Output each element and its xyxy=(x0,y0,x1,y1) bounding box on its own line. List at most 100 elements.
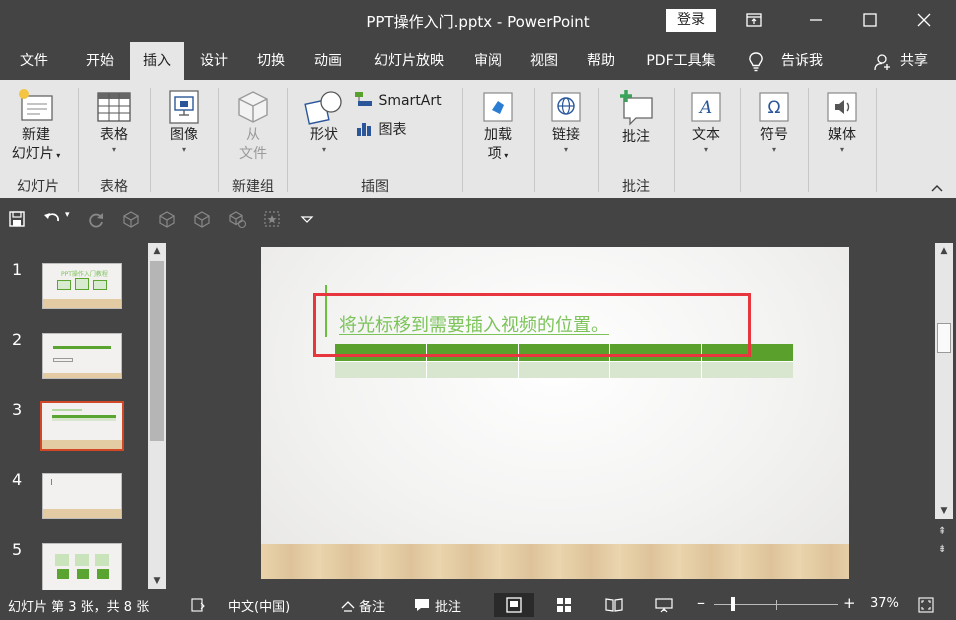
cube-icon xyxy=(238,91,268,123)
normal-view-icon xyxy=(506,597,522,613)
maximize-icon[interactable] xyxy=(860,10,880,30)
tab-help[interactable]: 帮助 xyxy=(575,42,627,80)
comment-label: 批注 xyxy=(622,129,650,145)
tab-animations[interactable]: 动画 xyxy=(302,42,354,80)
slide-thumbnail-4[interactable] xyxy=(42,473,122,519)
zoom-out-icon[interactable]: – xyxy=(697,593,705,612)
3d-model-icon[interactable] xyxy=(121,209,141,229)
status-bar: 幻灯片 第 3 张，共 8 张 中文(中国) 备注 批注 – + 37% xyxy=(0,590,956,620)
scroll-thumb[interactable] xyxy=(937,323,951,353)
group-label-tables: 表格 xyxy=(100,179,128,195)
shapes-caret: ▾ xyxy=(321,145,326,154)
slide-sorter-view-button[interactable] xyxy=(544,593,584,617)
3d-model-icon[interactable] xyxy=(157,209,177,229)
slide-scrollbar[interactable]: ▲ ▼ xyxy=(935,243,953,519)
scroll-thumb[interactable] xyxy=(150,261,164,441)
tab-view[interactable]: 视图 xyxy=(518,42,570,80)
image-button[interactable]: 图像 ▾ xyxy=(158,88,210,155)
lightbulb-icon[interactable] xyxy=(746,51,766,73)
notes-button[interactable]: 备注 xyxy=(359,596,385,615)
slide-thumbnail-5[interactable] xyxy=(42,543,122,590)
group-divider xyxy=(287,88,288,192)
frame-star-icon[interactable] xyxy=(262,209,282,229)
slide-thumbnail-2[interactable] xyxy=(42,333,122,379)
table-label: 表格 xyxy=(100,127,128,143)
reading-view-button[interactable] xyxy=(594,593,634,617)
save-icon[interactable] xyxy=(7,209,27,229)
group-divider xyxy=(462,88,463,192)
slide-thumbnail-3-selected[interactable] xyxy=(40,401,124,451)
comments-icon[interactable] xyxy=(414,597,430,613)
spell-check-icon[interactable] xyxy=(190,597,206,613)
login-button[interactable]: 登录 xyxy=(666,9,716,32)
notes-icon[interactable] xyxy=(340,597,356,613)
zoom-level[interactable]: 37% xyxy=(870,596,899,611)
tab-slideshow[interactable]: 幻灯片放映 xyxy=(362,42,456,80)
table-button[interactable]: 表格 ▾ xyxy=(86,88,142,155)
fit-to-window-icon[interactable] xyxy=(918,597,934,613)
chart-button[interactable]: 图表 xyxy=(354,119,434,140)
share-button[interactable]: 共享 xyxy=(894,42,934,80)
table-caret: ▾ xyxy=(111,145,116,154)
scroll-up-icon[interactable]: ▲ xyxy=(148,243,166,259)
tab-pdf-tools[interactable]: PDF工具集 xyxy=(636,42,726,80)
group-divider xyxy=(78,88,79,192)
tab-design[interactable]: 设计 xyxy=(188,42,240,80)
undo-dropdown-icon[interactable]: ▾ xyxy=(65,210,70,220)
previous-slide-icon[interactable]: ⇞ xyxy=(938,527,946,537)
symbol-caret: ▾ xyxy=(771,145,776,154)
zoom-in-icon[interactable]: + xyxy=(843,594,856,612)
ribbon-insert: 新建 幻灯片 ▾ 表格 ▾ 图像 ▾ 从 文件 形状 ▾ SmartArt 图表… xyxy=(0,80,956,198)
tab-home[interactable]: 开始 xyxy=(74,42,126,80)
3d-online-model-icon[interactable] xyxy=(227,209,247,229)
media-button[interactable]: 媒体 ▾ xyxy=(818,88,866,155)
addins-button[interactable]: 加载 项 ▾ xyxy=(470,88,526,165)
chart-label: 图表 xyxy=(378,122,407,138)
new-slide-label-1: 新建 xyxy=(22,127,50,143)
scroll-down-icon[interactable]: ▼ xyxy=(148,573,166,589)
close-icon[interactable] xyxy=(914,10,934,30)
collapse-ribbon-icon[interactable] xyxy=(930,182,944,194)
symbol-button[interactable]: Ω 符号 ▾ xyxy=(750,88,798,155)
tab-review[interactable]: 审阅 xyxy=(462,42,514,80)
redo-icon[interactable] xyxy=(86,209,106,229)
new-slide-icon xyxy=(19,89,53,121)
wood-floor-decoration xyxy=(261,544,849,579)
text-box-icon: A xyxy=(691,92,721,122)
smartart-label: SmartArt xyxy=(378,93,442,109)
new-slide-button[interactable]: 新建 幻灯片 ▾ xyxy=(6,86,66,165)
ribbon-display-options-icon[interactable] xyxy=(744,10,764,30)
media-label: 媒体 xyxy=(828,127,856,143)
language-status[interactable]: 中文(中国) xyxy=(228,596,290,615)
smartart-icon xyxy=(355,92,372,106)
scroll-up-icon[interactable]: ▲ xyxy=(935,243,953,259)
slide-thumbnail-1[interactable]: PPT操作入门教程 xyxy=(42,263,122,309)
text-button[interactable]: A 文本 ▾ xyxy=(682,88,730,155)
tell-me-search[interactable]: 告诉我 xyxy=(772,42,832,80)
from-file-button[interactable]: 从 文件 xyxy=(226,88,280,164)
link-button[interactable]: 链接 ▾ xyxy=(542,88,590,155)
shapes-button[interactable]: 形状 ▾ xyxy=(296,88,352,155)
zoom-slider-handle[interactable] xyxy=(731,597,735,611)
thumbnail-scrollbar[interactable]: ▲ ▼ xyxy=(148,243,166,589)
group-divider xyxy=(534,88,535,192)
customize-qat-icon[interactable] xyxy=(297,209,317,229)
comments-button[interactable]: 批注 xyxy=(435,596,461,615)
comment-button[interactable]: 批注 xyxy=(608,88,664,147)
addins-label-1: 加载 xyxy=(484,127,512,143)
3d-model-icon[interactable] xyxy=(192,209,212,229)
tab-file[interactable]: 文件 xyxy=(8,42,60,80)
minimize-icon[interactable] xyxy=(806,10,826,30)
slideshow-view-button[interactable] xyxy=(644,593,684,617)
shapes-icon xyxy=(304,91,342,125)
scroll-down-icon[interactable]: ▼ xyxy=(935,503,953,519)
chart-icon xyxy=(357,123,371,136)
share-person-icon[interactable] xyxy=(874,53,892,71)
next-slide-icon[interactable]: ⇟ xyxy=(938,545,946,555)
smartart-button[interactable]: SmartArt xyxy=(354,90,450,111)
svg-text:Ω: Ω xyxy=(768,98,781,118)
undo-icon[interactable] xyxy=(42,209,62,229)
tab-insert[interactable]: 插入 xyxy=(130,42,184,80)
normal-view-button[interactable] xyxy=(494,593,534,617)
tab-transitions[interactable]: 切换 xyxy=(245,42,297,80)
